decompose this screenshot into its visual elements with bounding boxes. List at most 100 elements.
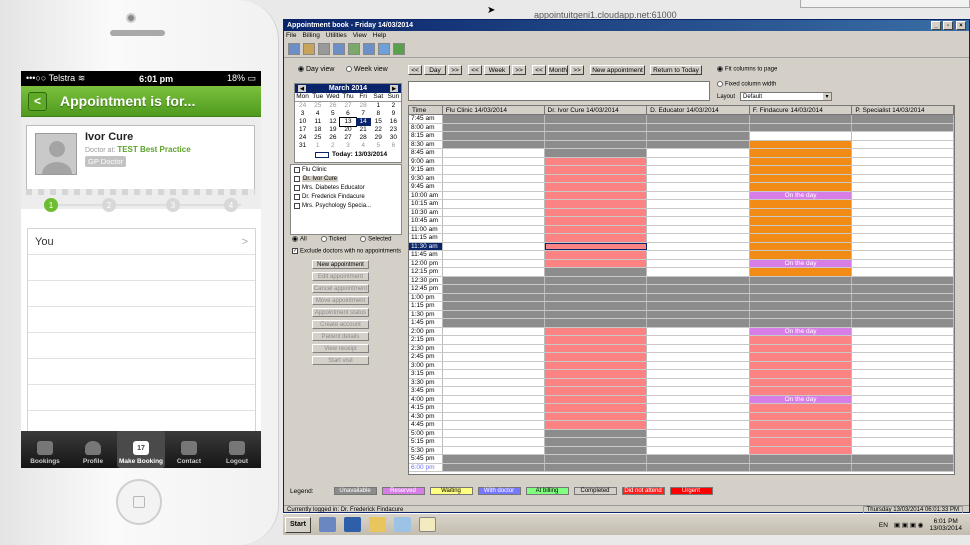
schedule-slot[interactable] xyxy=(647,276,750,284)
calendar-day[interactable]: 1 xyxy=(310,142,325,150)
calendar-day[interactable]: 10 xyxy=(295,118,310,126)
schedule-slot[interactable] xyxy=(647,285,750,293)
patients-icon[interactable] xyxy=(303,42,315,55)
calendar-day[interactable]: 30 xyxy=(386,134,401,142)
calendar-day[interactable]: 22 xyxy=(371,126,386,134)
schedule-slot[interactable] xyxy=(647,149,750,157)
schedule-slot[interactable] xyxy=(544,327,648,335)
next-day-button[interactable]: >> xyxy=(448,65,462,75)
exclude-checkbox[interactable]: ✓ Exclude doctors with no appointments xyxy=(292,248,401,255)
schedule-slot[interactable] xyxy=(852,370,954,378)
fixed-width-option[interactable]: Fixed column width xyxy=(717,81,776,88)
calendar-day[interactable]: 25 xyxy=(310,134,325,142)
col-educator[interactable]: D. Educator 14/03/2014 xyxy=(647,106,750,114)
filter-all[interactable]: All xyxy=(292,236,307,243)
schedule-slot[interactable] xyxy=(442,276,545,284)
schedule-slot[interactable] xyxy=(442,123,545,131)
schedule-slot[interactable] xyxy=(852,259,954,267)
schedule-slot[interactable] xyxy=(749,429,853,437)
schedule-slot[interactable] xyxy=(852,149,954,157)
schedule-slot[interactable] xyxy=(647,157,750,165)
schedule-slot[interactable] xyxy=(442,242,545,250)
schedule-slot[interactable] xyxy=(442,251,545,259)
schedule-slot[interactable] xyxy=(749,336,853,344)
calendar-day[interactable]: 20 xyxy=(340,126,355,134)
schedule-slot[interactable] xyxy=(647,183,750,191)
schedule-slot[interactable] xyxy=(442,438,545,446)
view-receipt-button[interactable]: View receipt xyxy=(312,344,369,353)
start-button[interactable]: Start xyxy=(285,516,311,533)
schedule-slot[interactable] xyxy=(852,395,954,403)
calendar-day[interactable]: 7 xyxy=(356,110,371,118)
schedule-slot[interactable] xyxy=(544,463,648,471)
schedule-slot[interactable] xyxy=(442,361,545,369)
next-month-nav-button[interactable]: >> xyxy=(570,65,584,75)
layout-select[interactable]: Default ▾ xyxy=(740,92,833,101)
calendar-day[interactable]: 28 xyxy=(356,102,371,110)
appointment-status-button[interactable]: Appointment status xyxy=(312,308,369,317)
calendar-day[interactable]: 19 xyxy=(325,126,340,134)
schedule-slot[interactable] xyxy=(442,200,545,208)
schedule-slot[interactable] xyxy=(544,378,648,386)
calendar-day[interactable]: 31 xyxy=(295,142,310,150)
schedule-slot[interactable] xyxy=(749,268,853,276)
calendar-day[interactable]: 24 xyxy=(295,102,310,110)
wrench-icon[interactable] xyxy=(333,42,345,55)
calendar-day[interactable]: 17 xyxy=(295,126,310,134)
schedule-slot[interactable] xyxy=(852,251,954,259)
schedule-slot[interactable] xyxy=(647,259,750,267)
schedule-slot[interactable] xyxy=(647,463,750,471)
next-week-button[interactable]: >> xyxy=(512,65,526,75)
schedule-slot[interactable] xyxy=(749,123,853,131)
schedule-slot[interactable] xyxy=(852,310,954,318)
schedule-slot[interactable] xyxy=(749,353,853,361)
schedule-slot[interactable] xyxy=(544,429,648,437)
schedule-slot[interactable] xyxy=(544,276,648,284)
schedule-slot[interactable] xyxy=(749,319,853,327)
schedule-slot[interactable] xyxy=(442,446,545,454)
tab-bookings[interactable]: Bookings xyxy=(21,431,69,468)
schedule-slot[interactable] xyxy=(749,344,853,352)
calendar-day[interactable]: 8 xyxy=(371,110,386,118)
schedule-slot[interactable] xyxy=(442,140,545,148)
col-findacure[interactable]: F. Findacure 14/03/2014 xyxy=(750,106,853,114)
schedule-slot[interactable] xyxy=(544,123,648,131)
calendar-dates[interactable]: 24 25 26 27 28 1 2 3 4 5 6 7 8 9 10 11 12 13 14 15 16 17 18 19 2… xyxy=(295,102,401,150)
calendar-day[interactable]: 18 xyxy=(310,126,325,134)
schedule-slot[interactable] xyxy=(749,438,853,446)
schedule-slot[interactable] xyxy=(749,242,853,250)
prev-week-button[interactable]: << xyxy=(468,65,482,75)
calendar-day[interactable]: 26 xyxy=(325,102,340,110)
explorer-icon[interactable] xyxy=(369,517,386,532)
schedule-slot[interactable] xyxy=(442,183,545,191)
schedule-slot[interactable] xyxy=(852,276,954,284)
schedule-slot[interactable] xyxy=(749,285,853,293)
schedule-slot[interactable] xyxy=(544,166,648,174)
schedule-slot[interactable] xyxy=(544,361,648,369)
schedule-slot[interactable] xyxy=(442,115,545,123)
schedule-slot[interactable] xyxy=(749,276,853,284)
schedule-slot[interactable] xyxy=(442,412,545,420)
schedule-slot[interactable] xyxy=(544,157,648,165)
schedule-slot[interactable] xyxy=(544,208,648,216)
schedule-slot[interactable] xyxy=(749,166,853,174)
menu-billing[interactable]: Billing xyxy=(302,32,319,39)
language-indicator[interactable]: EN xyxy=(879,522,888,529)
schedule-slot[interactable] xyxy=(544,353,648,361)
notes-box[interactable] xyxy=(408,81,710,101)
calendar-day[interactable]: 2 xyxy=(386,102,401,110)
close-button[interactable]: × xyxy=(956,21,966,30)
maximize-button[interactable]: ▫ xyxy=(943,21,953,30)
schedule-slot[interactable] xyxy=(749,387,853,395)
schedule-slot[interactable] xyxy=(852,463,954,471)
book-icon[interactable] xyxy=(288,42,300,55)
schedule-slot[interactable] xyxy=(749,421,853,429)
schedule-slot[interactable] xyxy=(852,387,954,395)
tab-logout[interactable]: Logout xyxy=(213,431,261,468)
menu-help[interactable]: Help xyxy=(373,32,386,39)
schedule-slot[interactable] xyxy=(544,191,648,199)
patient-details-button[interactable]: Patient details xyxy=(312,332,369,341)
schedule-slot[interactable] xyxy=(442,149,545,157)
tab-profile[interactable]: Profile xyxy=(69,431,117,468)
schedule-slot[interactable] xyxy=(647,353,750,361)
